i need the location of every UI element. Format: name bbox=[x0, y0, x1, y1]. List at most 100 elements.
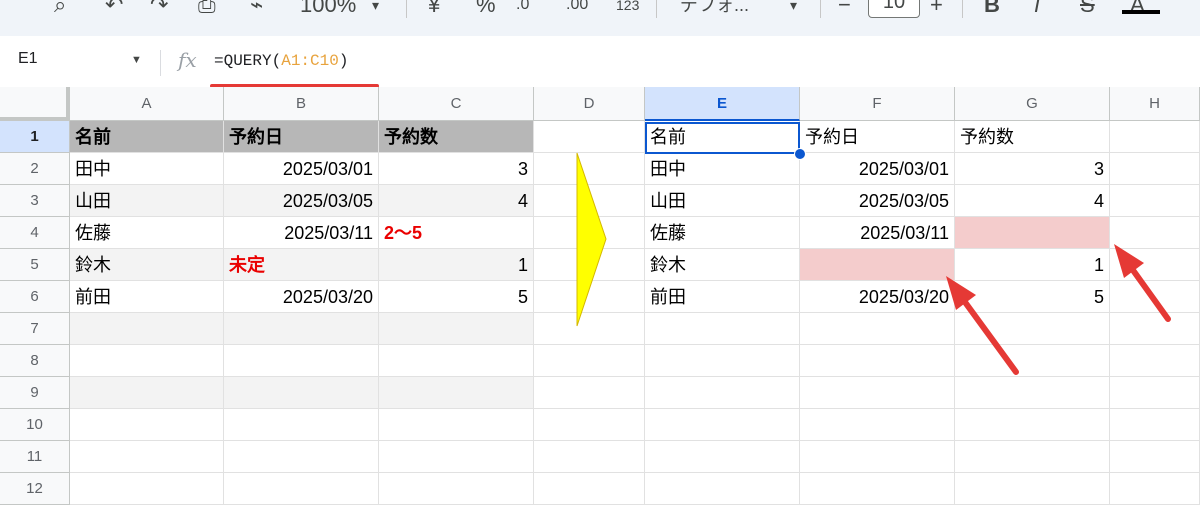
row-header-9[interactable]: 9 bbox=[0, 377, 70, 409]
column-header-b[interactable]: B bbox=[224, 87, 379, 121]
cell[interactable] bbox=[224, 313, 379, 345]
result-data-cell[interactable]: 5 bbox=[955, 281, 1110, 313]
decrease-decimal-button[interactable]: .0 bbox=[516, 0, 529, 20]
cell[interactable] bbox=[534, 121, 645, 153]
cell[interactable] bbox=[800, 313, 955, 345]
chevron-down-icon[interactable]: ▾ bbox=[790, 0, 797, 20]
empty-result-cell[interactable] bbox=[800, 249, 955, 281]
paint-format-icon[interactable]: ⌁ bbox=[250, 0, 263, 20]
bold-button[interactable]: B bbox=[984, 0, 1000, 20]
cell[interactable] bbox=[534, 185, 645, 217]
cell[interactable] bbox=[379, 313, 534, 345]
cell[interactable] bbox=[1110, 409, 1200, 441]
select-all-corner[interactable] bbox=[0, 87, 70, 121]
cell[interactable] bbox=[645, 473, 800, 505]
chevron-down-icon[interactable]: ▾ bbox=[372, 0, 379, 20]
result-data-cell[interactable]: 2025/03/01 bbox=[800, 153, 955, 185]
result-header-cell[interactable]: 予約日 bbox=[800, 121, 955, 153]
cell[interactable] bbox=[534, 441, 645, 473]
cell[interactable] bbox=[534, 249, 645, 281]
cell[interactable] bbox=[534, 281, 645, 313]
font-size-decrease-button[interactable]: − bbox=[838, 0, 851, 20]
cell[interactable] bbox=[800, 441, 955, 473]
cell[interactable] bbox=[1110, 441, 1200, 473]
column-header-h[interactable]: H bbox=[1110, 87, 1200, 121]
cell[interactable] bbox=[645, 441, 800, 473]
column-header-g[interactable]: G bbox=[955, 87, 1110, 121]
cell[interactable] bbox=[70, 441, 224, 473]
column-header-d[interactable]: D bbox=[534, 87, 645, 121]
cell[interactable] bbox=[1110, 121, 1200, 153]
percent-button[interactable]: % bbox=[476, 0, 496, 20]
cell[interactable] bbox=[800, 409, 955, 441]
cell[interactable] bbox=[70, 377, 224, 409]
source-data-cell[interactable]: 4 bbox=[379, 185, 534, 217]
result-data-cell[interactable]: 3 bbox=[955, 153, 1110, 185]
cell[interactable] bbox=[645, 345, 800, 377]
source-data-cell[interactable]: 佐藤 bbox=[70, 217, 224, 249]
zoom-select[interactable]: 100% bbox=[300, 0, 356, 20]
source-data-cell[interactable]: 3 bbox=[379, 153, 534, 185]
result-data-cell[interactable]: 鈴木 bbox=[645, 249, 800, 281]
cell[interactable] bbox=[1110, 185, 1200, 217]
cell[interactable] bbox=[955, 409, 1110, 441]
cell[interactable] bbox=[1110, 281, 1200, 313]
source-data-cell[interactable]: 1 bbox=[379, 249, 534, 281]
row-header-2[interactable]: 2 bbox=[0, 153, 70, 185]
column-header-e[interactable]: E bbox=[645, 87, 800, 121]
row-header-3[interactable]: 3 bbox=[0, 185, 70, 217]
cell[interactable] bbox=[800, 377, 955, 409]
cell[interactable] bbox=[955, 473, 1110, 505]
chevron-down-icon[interactable]: ▼ bbox=[131, 54, 142, 66]
cell[interactable] bbox=[70, 313, 224, 345]
cell[interactable] bbox=[70, 409, 224, 441]
source-data-cell[interactable]: 2〜5 bbox=[379, 217, 534, 249]
cell[interactable] bbox=[1110, 217, 1200, 249]
cell[interactable] bbox=[379, 409, 534, 441]
cell[interactable] bbox=[1110, 313, 1200, 345]
row-header-4[interactable]: 4 bbox=[0, 217, 70, 249]
cell[interactable] bbox=[645, 377, 800, 409]
source-header-cell[interactable]: 名前 bbox=[70, 121, 224, 153]
cell[interactable] bbox=[534, 217, 645, 249]
row-header-6[interactable]: 6 bbox=[0, 281, 70, 313]
cell[interactable] bbox=[224, 473, 379, 505]
result-header-cell[interactable]: 予約数 bbox=[955, 121, 1110, 153]
font-size-input[interactable]: 10 bbox=[868, 0, 920, 18]
row-header-12[interactable]: 12 bbox=[0, 473, 70, 505]
result-data-cell[interactable]: 1 bbox=[955, 249, 1110, 281]
cell[interactable] bbox=[955, 345, 1110, 377]
cell[interactable] bbox=[379, 473, 534, 505]
formula-input[interactable]: =QUERY(A1:C10) bbox=[214, 52, 348, 70]
source-data-cell[interactable]: 未定 bbox=[224, 249, 379, 281]
cell[interactable] bbox=[379, 377, 534, 409]
result-data-cell[interactable]: 2025/03/20 bbox=[800, 281, 955, 313]
cell[interactable] bbox=[1110, 153, 1200, 185]
cell[interactable] bbox=[534, 153, 645, 185]
result-data-cell[interactable]: 田中 bbox=[645, 153, 800, 185]
cell[interactable] bbox=[1110, 473, 1200, 505]
source-data-cell[interactable]: 2025/03/11 bbox=[224, 217, 379, 249]
row-header-1[interactable]: 1 bbox=[0, 121, 70, 153]
cell[interactable] bbox=[534, 313, 645, 345]
redo-icon[interactable]: ↷ bbox=[150, 0, 168, 20]
cell[interactable] bbox=[1110, 345, 1200, 377]
source-header-cell[interactable]: 予約数 bbox=[379, 121, 534, 153]
print-icon[interactable]: ⎙ bbox=[198, 0, 216, 20]
font-size-increase-button[interactable]: + bbox=[930, 0, 943, 20]
source-data-cell[interactable]: 田中 bbox=[70, 153, 224, 185]
column-header-f[interactable]: F bbox=[800, 87, 955, 121]
cell[interactable] bbox=[955, 441, 1110, 473]
row-header-5[interactable]: 5 bbox=[0, 249, 70, 281]
cell[interactable] bbox=[379, 441, 534, 473]
result-data-cell[interactable]: 前田 bbox=[645, 281, 800, 313]
cell[interactable] bbox=[955, 377, 1110, 409]
italic-button[interactable]: I bbox=[1034, 0, 1040, 20]
result-data-cell[interactable]: 2025/03/11 bbox=[800, 217, 955, 249]
cell[interactable] bbox=[1110, 377, 1200, 409]
fill-handle[interactable] bbox=[794, 148, 806, 160]
source-data-cell[interactable]: 2025/03/05 bbox=[224, 185, 379, 217]
cell[interactable] bbox=[534, 377, 645, 409]
row-header-11[interactable]: 11 bbox=[0, 441, 70, 473]
cell[interactable] bbox=[379, 345, 534, 377]
